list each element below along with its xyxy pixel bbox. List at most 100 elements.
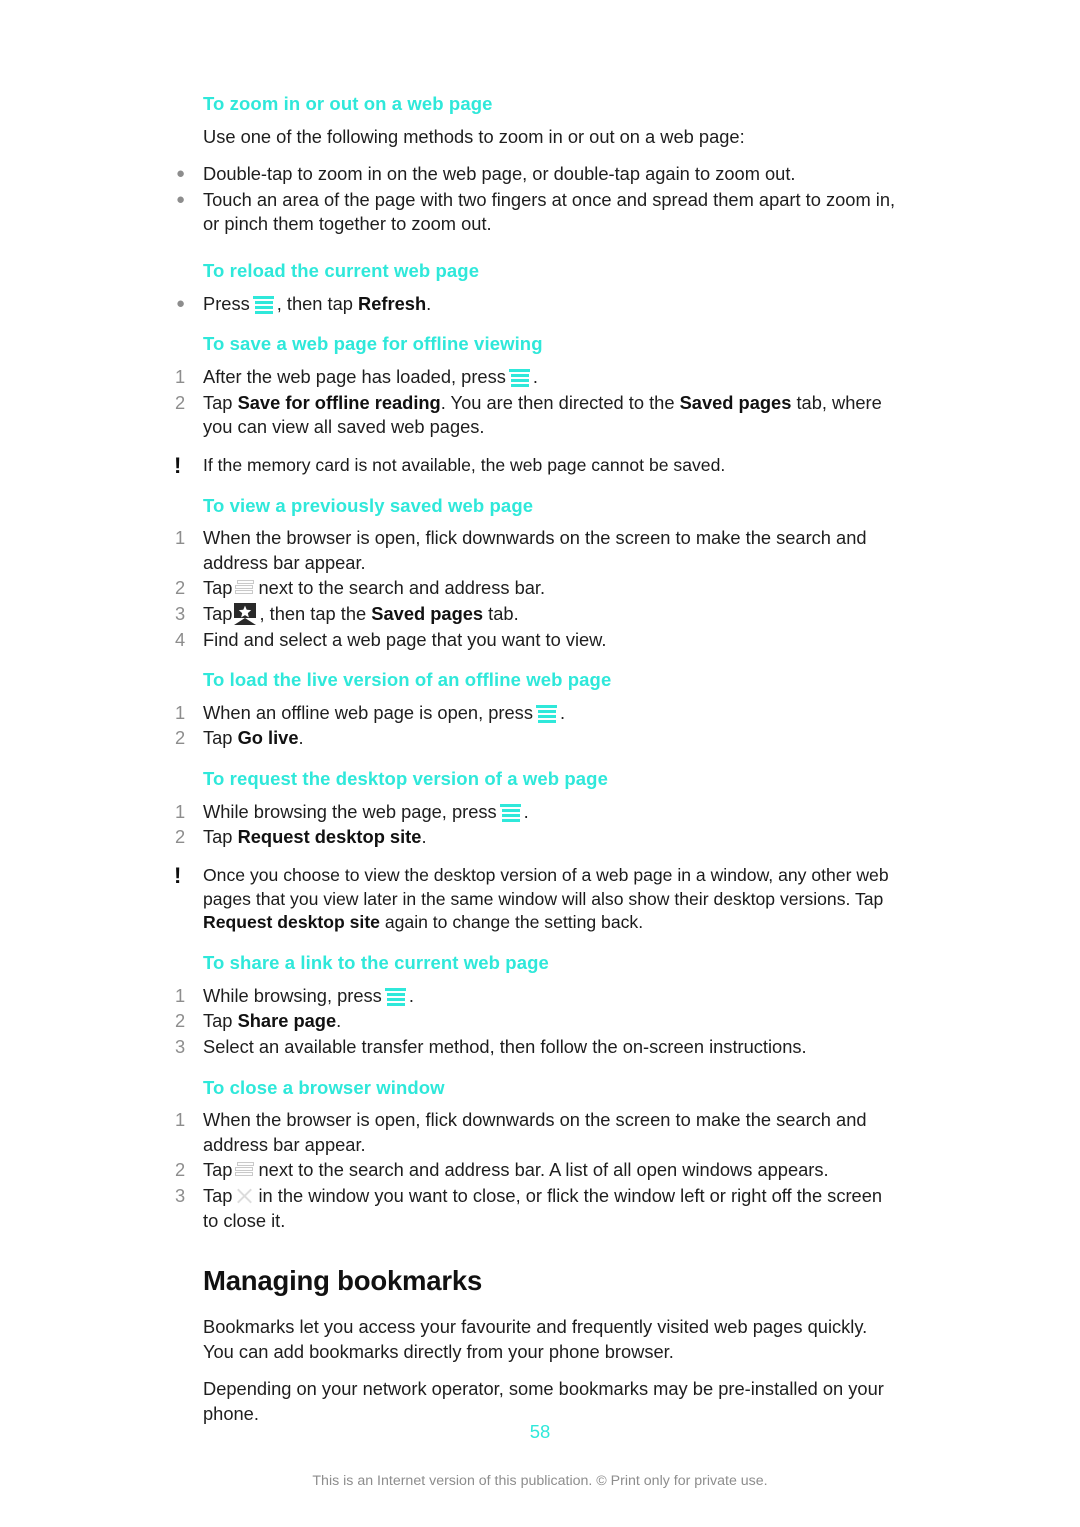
list-item: 2 Tap Request desktop site. [172,825,896,850]
step-text-after: next to the search and address bar. A li… [258,1159,829,1181]
list-item: 1 After the web page has loaded, press. [172,365,896,390]
windows-icon [234,579,255,598]
section-heading-view-saved: To view a previously saved web page [203,494,534,516]
step-text-before: Tap [203,1010,238,1032]
emphasis-request-desktop-site: Request desktop site [237,826,422,848]
bullet-marker: ● [176,165,186,183]
section-save-offline: To save a web page for offline viewing 1… [172,332,896,477]
step-text-after: next to the search and address bar. [258,577,546,599]
list-item: 2 Tap Share page. [172,1009,896,1034]
emphasis-go-live: Go live [237,727,299,749]
section-heading-desktop-site: To request the desktop version of a web … [203,768,608,790]
list-item-text: Tap Request desktop site. [203,825,896,850]
bullet-marker: ● [176,190,186,208]
bullet-list-reload: ● Press , then tap Refresh. [172,292,896,317]
emphasis-saved-pages: Saved pages [371,602,484,624]
list-item: 3 Tap in the window you want to close, or… [172,1184,896,1233]
close-icon [234,1186,255,1207]
page-number: 58 [529,1421,551,1442]
emphasis-saved-pages: Saved pages [679,391,792,413]
step-list-share-link: 1 While browsing, press. 2 Tap Share pag… [172,984,896,1060]
step-text-after: . [336,1010,342,1032]
note-desktop-site: ! Once you choose to view the desktop ve… [172,864,896,935]
list-item: ● Touch an area of the page with two fin… [172,188,896,237]
document-page: To zoom in or out on a web page Use one … [0,0,1080,1527]
list-item-text: Find and select a web page that you want… [203,628,607,650]
step-text-after: . [408,984,414,1006]
list-item: 1 When the browser is open, flick downwa… [172,1108,896,1157]
step-text-before: Tap [203,826,238,848]
list-item-text: Double-tap to zoom in on the web page, o… [203,163,796,185]
chapter-paragraph: Depending on your network operator, some… [203,1378,884,1424]
list-item-text: Tap , then tap the Saved pages tab. [203,602,896,627]
list-item-text: Tap in the window you want to close, or f… [203,1184,896,1233]
footer-copyright: This is an Internet version of this publ… [312,1473,768,1489]
step-text-before: Tap [203,391,238,413]
exclamation-icon: ! [174,452,182,478]
menu-icon [384,987,407,1007]
list-item-text: Tap next to the search and address bar. A… [203,1158,896,1183]
chapter-paragraph: Bookmarks let you access your favourite … [203,1316,868,1362]
section-intro-zoom: Use one of the following methods to zoom… [203,125,745,147]
list-item: ● Press , then tap Refresh. [172,292,896,317]
section-close-window: To close a browser window 1 When the bro… [172,1076,896,1234]
windows-icon [234,1161,255,1180]
list-item: 2 Tap Save for offline reading. You are … [172,391,896,440]
list-item-text: Tap Share page. [203,1009,896,1034]
step-text-before: After the web page has loaded, press [203,365,506,387]
menu-icon [499,803,522,823]
note-text-before: Once you choose to view the desktop vers… [203,864,889,909]
bookmark-star-icon [234,602,257,625]
step-text-before: Tap [203,602,233,624]
emphasis-request-desktop-site: Request desktop site [203,912,380,933]
step-number: 1 [175,365,186,387]
page-content: To zoom in or out on a web page Use one … [172,92,896,1440]
step-text-before: Tap [203,727,238,749]
list-item-text: Tap Save for offline reading. You are th… [203,391,896,440]
list-item: 1 When an offline web page is open, pres… [172,701,896,726]
step-number: 2 [175,391,186,413]
list-item-text: When an offline web page is open, press. [203,701,896,726]
section-zoom: To zoom in or out on a web page Use one … [172,92,896,237]
step-list-save-offline: 1 After the web page has loaded, press . … [172,365,896,440]
step-list-close-window: 1 When the browser is open, flick downwa… [172,1108,896,1233]
step-number: 1 [175,527,186,549]
list-item: 2 Tap next to the search and address bar. [172,576,896,601]
step-number: 2 [175,826,186,848]
step-text-after: . [426,292,432,314]
list-item-text: Touch an area of the page with two finge… [203,188,896,235]
list-item-text: Select an available transfer method, the… [203,1035,807,1057]
chapter-managing-bookmarks: Managing bookmarks Bookmarks let you acc… [172,1265,896,1426]
list-item-text: Press , then tap Refresh. [203,292,896,317]
step-text-before: While browsing the web page, press [203,800,497,822]
section-heading-zoom: To zoom in or out on a web page [203,93,493,114]
section-heading-close-window: To close a browser window [203,1076,445,1098]
list-item: 3 Tap , then tap the Saved pages tab. [172,602,896,627]
step-text-after: . [559,701,566,723]
step-text-before: When an offline web page is open, press [203,701,533,723]
note-memory-card: ! If the memory card is not available, t… [172,454,896,478]
step-number: 1 [175,800,186,822]
step-text-after: . [532,365,538,387]
section-share-link: To share a link to the current web page … [172,951,896,1059]
step-text-mid: , then tap the [259,602,372,624]
step-text-before: Tap [203,1159,233,1181]
section-reload: To reload the current web page ● Press , … [172,259,896,316]
step-list-desktop-site: 1 While browsing the web page, press. 2 … [172,800,896,850]
list-item-text: Tap Go live. [203,726,896,751]
note-text: If the memory card is not available, the… [203,454,726,475]
list-item: 2 Tap Go live. [172,726,896,751]
list-item-text: While browsing the web page, press. [203,800,896,825]
step-text-after: . [421,826,427,848]
page-title: Managing bookmarks [203,1265,483,1297]
step-text-after: . [523,800,529,822]
emphasis-share-page: Share page [237,1010,337,1032]
menu-icon [508,368,531,388]
list-item-text: When the browser is open, flick downward… [203,527,867,573]
step-number: 1 [175,984,186,1006]
list-item: ● Double-tap to zoom in on the web page,… [172,162,896,187]
step-text-before: Tap [203,1185,233,1207]
bullet-list-zoom: ● Double-tap to zoom in on the web page,… [172,162,896,237]
step-number: 2 [175,1159,186,1181]
list-item-text: Tap next to the search and address bar. [203,576,896,601]
